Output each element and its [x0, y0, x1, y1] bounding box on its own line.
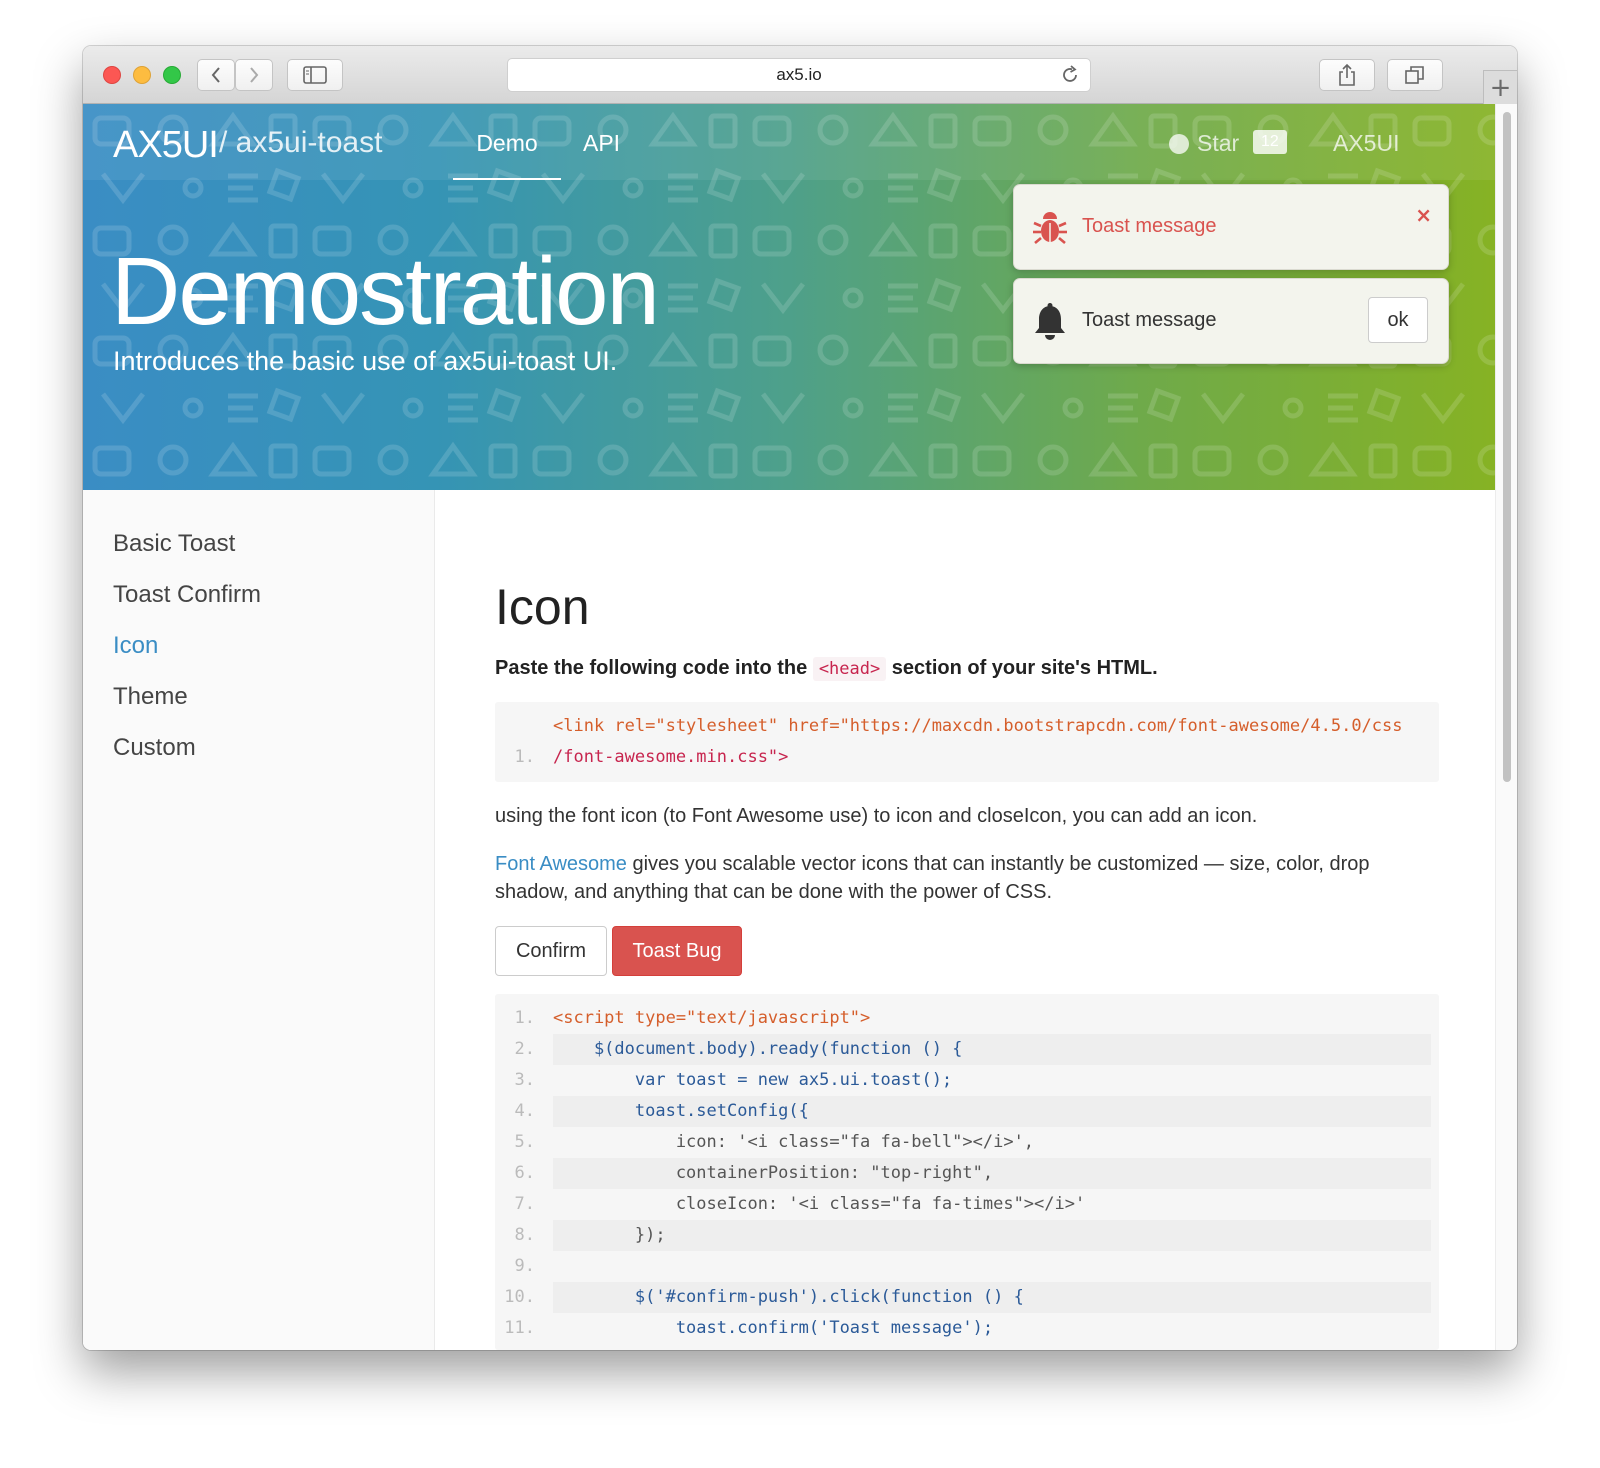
bug-icon [1033, 212, 1067, 244]
font-awesome-paragraph: Font Awesome gives you scalable vector i… [495, 850, 1439, 906]
font-awesome-description: gives you scalable vector icons that can… [495, 853, 1370, 903]
line-number: 9. [514, 1256, 535, 1276]
lead-before: Paste the following code into the [495, 657, 808, 679]
nav-active-indicator [453, 178, 561, 180]
code-line: 6. containerPosition: "top-right", [495, 1158, 1439, 1189]
share-button[interactable] [1319, 59, 1375, 91]
hero-subtitle: Introduces the basic use of ax5ui-toast … [113, 346, 618, 376]
js-code-block: 1. <script type="text/javascript"> 2. $(do… [495, 994, 1439, 1350]
forward-button[interactable] [235, 59, 273, 91]
head-code-block: 1. <link rel="stylesheet" href="https://… [495, 702, 1439, 782]
repo-name[interactable]: / ax5ui-toast [219, 126, 382, 160]
code-line: 2. $(document.body).ready(function () { [495, 1034, 1439, 1065]
code-text: toast.confirm('Toast message'); [553, 1318, 994, 1338]
share-icon [1339, 63, 1355, 86]
address-bar[interactable]: ax5.io [507, 58, 1091, 92]
code-line: 4. toast.setConfig({ [495, 1096, 1439, 1127]
ax5ui-logo[interactable]: AX5UI [113, 124, 219, 167]
toast-confirm: Toast message ok [1013, 278, 1449, 364]
line-number: 5. [514, 1132, 535, 1152]
sidebar: Basic Toast Toast Confirm Icon Theme Cus… [83, 490, 435, 1350]
sidebar-item-custom[interactable]: Custom [113, 734, 196, 762]
code-text: closeIcon: '<i class="fa fa-times"></i>' [553, 1194, 1086, 1214]
sidebar-item-toast-confirm[interactable]: Toast Confirm [113, 581, 261, 609]
code-text: }); [553, 1220, 1431, 1251]
code-text: <link rel="stylesheet" href="https://max… [553, 716, 1403, 736]
section-title: Icon [495, 579, 590, 635]
toast-bug-button[interactable]: Toast Bug [612, 926, 742, 976]
toast-ok-button[interactable]: ok [1368, 297, 1428, 343]
toast-message: Toast message [1082, 215, 1217, 237]
close-icon[interactable]: × [1415, 203, 1432, 227]
sidebar-item-basic-toast[interactable]: Basic Toast [113, 530, 235, 558]
code-line: 11. toast.confirm('Toast message'); [495, 1313, 1439, 1344]
intro-paragraph: using the font icon (to Font Awesome use… [495, 805, 1258, 827]
browser-window: ax5.io + AX5UI / ax5ui-toast Demo API St… [83, 46, 1517, 1350]
line-number: 2. [514, 1039, 535, 1059]
code-text: toast.setConfig({ [553, 1096, 1431, 1127]
code-line: 1. <script type="text/javascript"> [495, 1003, 1439, 1034]
code-text: <script type="text/javascript"> [553, 1008, 871, 1028]
code-line: 3. var toast = new ax5.ui.toast(); [495, 1065, 1439, 1096]
line-number: 7. [514, 1194, 535, 1214]
code-line: 10. $('#confirm-push').click(function ()… [495, 1282, 1439, 1313]
lead-text: Paste the following code into the <head>… [495, 657, 1158, 681]
tabs-icon [1405, 66, 1424, 84]
sidebar-toggle-button[interactable] [287, 59, 343, 91]
ax5ui-dropdown[interactable]: AX5UI [1333, 130, 1399, 157]
font-awesome-link[interactable]: Font Awesome [495, 853, 627, 875]
code-text: $(document.body).ready(function () { [553, 1034, 1431, 1065]
line-number: 8. [514, 1225, 535, 1245]
bell-icon [1035, 303, 1065, 340]
page-scrollbar[interactable] [1495, 104, 1517, 1350]
page-viewport: AX5UI / ax5ui-toast Demo API Star 12 AX5… [83, 104, 1495, 1350]
url-text: ax5.io [776, 65, 822, 84]
zoom-window-button[interactable] [163, 66, 181, 84]
sidebar-item-theme[interactable]: Theme [113, 683, 188, 711]
code-line: 5. icon: '<i class="fa fa-bell"></i>', [495, 1127, 1439, 1158]
scrollbar-thumb[interactable] [1503, 112, 1511, 782]
hero-title: Demostration [111, 238, 660, 345]
sidebar-icon [303, 66, 327, 84]
reload-icon[interactable] [1058, 63, 1082, 87]
confirm-button[interactable]: Confirm [495, 926, 607, 976]
head-tag-code: <head> [812, 657, 887, 681]
toast-message: Toast message [1082, 309, 1217, 331]
close-window-button[interactable] [103, 66, 121, 84]
code-text: /font-awesome.min.css"> [553, 747, 789, 767]
line-number: 3. [514, 1070, 535, 1090]
code-text: containerPosition: "top-right", [553, 1158, 1431, 1189]
code-line: 8. }); [495, 1220, 1439, 1251]
code-line: /font-awesome.min.css"> [495, 742, 1439, 773]
new-tab-button[interactable]: + [1483, 70, 1517, 104]
line-number: 1. [514, 1008, 535, 1028]
code-text: var toast = new ax5.ui.toast(); [553, 1070, 953, 1090]
tabs-overview-button[interactable] [1387, 59, 1443, 91]
chevron-left-icon [211, 67, 220, 83]
star-count-badge: 12 [1253, 130, 1287, 154]
lead-after: section of your site's HTML. [891, 657, 1158, 679]
nav-tab-api[interactable]: API [583, 130, 620, 157]
code-line: 9. [495, 1251, 1439, 1282]
line-number: 11. [504, 1318, 535, 1338]
code-text: icon: '<i class="fa fa-bell"></i>', [553, 1132, 1035, 1152]
sidebar-item-icon[interactable]: Icon [113, 632, 158, 660]
code-line: 7. closeIcon: '<i class="fa fa-times"></… [495, 1189, 1439, 1220]
toast-danger: Toast message × [1013, 184, 1449, 270]
star-label: Star [1197, 130, 1240, 156]
browser-titlebar: ax5.io + [83, 46, 1517, 104]
code-text: $('#confirm-push').click(function () { [553, 1282, 1431, 1313]
line-number: 10. [504, 1287, 535, 1307]
minimize-window-button[interactable] [133, 66, 151, 84]
chevron-right-icon [250, 67, 259, 83]
github-star-button[interactable]: Star [1167, 130, 1239, 157]
line-number: 4. [514, 1101, 535, 1121]
main-content: Icon Paste the following code into the <… [495, 490, 1439, 1350]
code-line: 1. <link rel="stylesheet" href="https://… [495, 711, 1439, 767]
github-icon [1169, 133, 1189, 154]
back-button[interactable] [197, 59, 235, 91]
line-number: 6. [514, 1163, 535, 1183]
nav-tab-demo[interactable]: Demo [453, 130, 561, 157]
